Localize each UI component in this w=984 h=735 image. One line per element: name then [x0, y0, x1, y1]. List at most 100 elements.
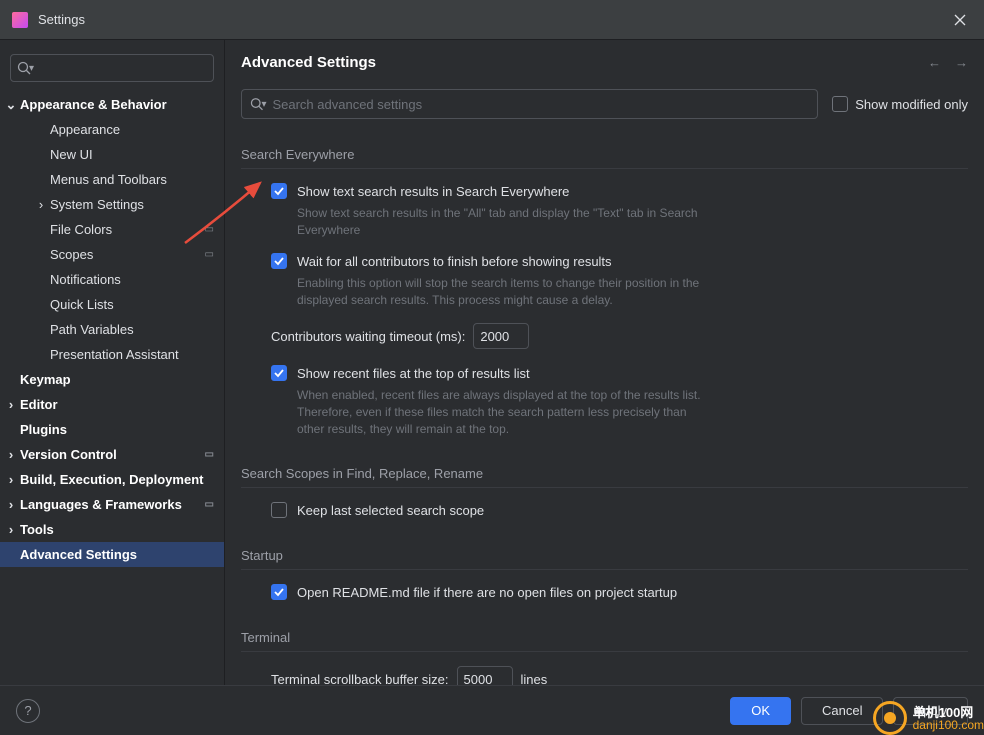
app-icon — [12, 12, 28, 28]
tree-item-label: Keymap — [20, 372, 71, 387]
option-description: Enabling this option will stop the searc… — [271, 275, 701, 309]
sidebar-item-quick-lists[interactable]: Quick Lists — [0, 292, 224, 317]
checkbox-icon — [271, 183, 287, 199]
option-open-readme[interactable]: Open README.md file if there are no open… — [271, 584, 968, 602]
sidebar-item-languages-frameworks[interactable]: ›Languages & Frameworks ▭ — [0, 492, 224, 517]
tree-item-label: Build, Execution, Deployment — [20, 472, 203, 487]
section-title: Startup — [241, 548, 968, 570]
nav-forward-icon[interactable]: → — [955, 55, 968, 70]
section-startup: Startup Open README.md file if there are… — [241, 548, 968, 602]
buffer-suffix: lines — [521, 672, 548, 686]
chevron-icon: › — [34, 197, 48, 212]
option-label: Show text search results in Search Every… — [297, 183, 569, 201]
sidebar-item-appearance-behavior[interactable]: ⌄Appearance & Behavior — [0, 92, 224, 117]
tree-item-label: Appearance — [50, 122, 120, 137]
tree-item-label: Languages & Frameworks — [20, 497, 182, 512]
option-recent-files-top[interactable]: Show recent files at the top of results … — [271, 365, 968, 383]
tree-item-label: Version Control — [20, 447, 117, 462]
scope-badge-icon: ▭ — [205, 499, 214, 510]
chevron-down-icon: ▾ — [261, 99, 266, 110]
settings-search-input[interactable] — [272, 97, 809, 112]
tree-item-label: New UI — [50, 147, 93, 162]
option-label: Show recent files at the top of results … — [297, 365, 530, 383]
chevron-icon: ⌄ — [4, 97, 18, 113]
section-search-everywhere: Search Everywhere Show text search resul… — [241, 147, 968, 438]
option-label: Wait for all contributors to finish befo… — [297, 253, 612, 271]
sidebar-item-file-colors[interactable]: File Colors ▭ — [0, 217, 224, 242]
sidebar-item-new-ui[interactable]: New UI — [0, 142, 224, 167]
option-show-text-search[interactable]: Show text search results in Search Every… — [271, 183, 968, 201]
tree-item-label: Advanced Settings — [20, 547, 137, 562]
sidebar-item-scopes[interactable]: Scopes ▭ — [0, 242, 224, 267]
scope-badge-icon: ▭ — [205, 449, 214, 460]
sidebar-item-keymap[interactable]: Keymap — [0, 367, 224, 392]
sidebar-item-notifications[interactable]: Notifications — [0, 267, 224, 292]
sidebar-item-system-settings[interactable]: ›System Settings — [0, 192, 224, 217]
tree-item-label: Editor — [20, 397, 58, 412]
content-area: Advanced Settings ← → ▾ Show modified on… — [225, 40, 984, 685]
checkbox-icon — [271, 253, 287, 269]
footer: ? OK Cancel Apply — [0, 685, 984, 735]
tree-item-label: Presentation Assistant — [50, 347, 179, 362]
checkbox-icon — [271, 365, 287, 381]
section-title: Terminal — [241, 630, 968, 652]
window-title: Settings — [38, 12, 85, 27]
sidebar-search-input[interactable] — [38, 61, 207, 76]
sidebar-item-build-execution-deployment[interactable]: ›Build, Execution, Deployment — [0, 467, 224, 492]
sidebar-item-plugins[interactable]: Plugins — [0, 417, 224, 442]
scope-badge-icon: ▭ — [205, 224, 214, 235]
titlebar: Settings — [0, 0, 984, 40]
page-title: Advanced Settings — [241, 54, 376, 71]
chevron-down-icon: ▾ — [29, 63, 34, 74]
sidebar: ▾ ⌄Appearance & Behavior Appearance New UI… — [0, 40, 225, 685]
option-wait-contributors[interactable]: Wait for all contributors to finish befo… — [271, 253, 968, 271]
option-keep-last-scope[interactable]: Keep last selected search scope — [271, 502, 968, 520]
chevron-icon: › — [4, 497, 18, 512]
tree-item-label: Menus and Toolbars — [50, 172, 167, 187]
show-modified-only[interactable]: Show modified only — [832, 96, 968, 112]
settings-search[interactable]: ▾ — [241, 89, 818, 119]
apply-button[interactable]: Apply — [893, 697, 968, 725]
sidebar-item-menus-and-toolbars[interactable]: Menus and Toolbars — [0, 167, 224, 192]
checkbox-icon — [271, 502, 287, 518]
help-button[interactable]: ? — [16, 699, 40, 723]
close-icon[interactable] — [948, 8, 972, 32]
section-title: Search Everywhere — [241, 147, 968, 169]
chevron-icon: › — [4, 522, 18, 537]
chevron-icon: › — [4, 472, 18, 487]
timeout-input[interactable] — [473, 323, 529, 349]
buffer-input[interactable] — [457, 666, 513, 685]
scope-badge-icon: ▭ — [205, 249, 214, 260]
tree-item-label: File Colors — [50, 222, 112, 237]
cancel-button[interactable]: Cancel — [801, 697, 883, 725]
section-title: Search Scopes in Find, Replace, Rename — [241, 466, 968, 488]
ok-button[interactable]: OK — [730, 697, 791, 725]
sidebar-item-editor[interactable]: ›Editor — [0, 392, 224, 417]
tree-item-label: Notifications — [50, 272, 121, 287]
tree-item-label: Appearance & Behavior — [20, 97, 167, 112]
sidebar-item-appearance[interactable]: Appearance — [0, 117, 224, 142]
sidebar-item-presentation-assistant[interactable]: Presentation Assistant — [0, 342, 224, 367]
sidebar-search[interactable]: ▾ — [10, 54, 214, 82]
option-label: Keep last selected search scope — [297, 502, 484, 520]
tree-item-label: Tools — [20, 522, 54, 537]
buffer-label: Terminal scrollback buffer size: — [271, 672, 449, 686]
show-modified-label: Show modified only — [855, 97, 968, 112]
tree-item-label: Quick Lists — [50, 297, 114, 312]
tree-item-label: Plugins — [20, 422, 67, 437]
tree-item-label: Scopes — [50, 247, 93, 262]
nav-back-icon[interactable]: ← — [928, 55, 941, 70]
option-description: When enabled, recent files are always di… — [271, 387, 701, 438]
tree-item-label: System Settings — [50, 197, 144, 212]
sidebar-tree: ⌄Appearance & Behavior Appearance New UI Me… — [0, 92, 224, 567]
section-terminal: Terminal Terminal scrollback buffer size… — [241, 630, 968, 685]
section-search-scopes: Search Scopes in Find, Replace, Rename K… — [241, 466, 968, 520]
sidebar-item-advanced-settings[interactable]: Advanced Settings — [0, 542, 224, 567]
timeout-label: Contributors waiting timeout (ms): — [271, 329, 465, 344]
option-description: Show text search results in the "All" ta… — [271, 205, 701, 239]
chevron-icon: › — [4, 447, 18, 462]
sidebar-item-version-control[interactable]: ›Version Control ▭ — [0, 442, 224, 467]
sidebar-item-tools[interactable]: ›Tools — [0, 517, 224, 542]
checkbox-icon — [271, 584, 287, 600]
sidebar-item-path-variables[interactable]: Path Variables — [0, 317, 224, 342]
